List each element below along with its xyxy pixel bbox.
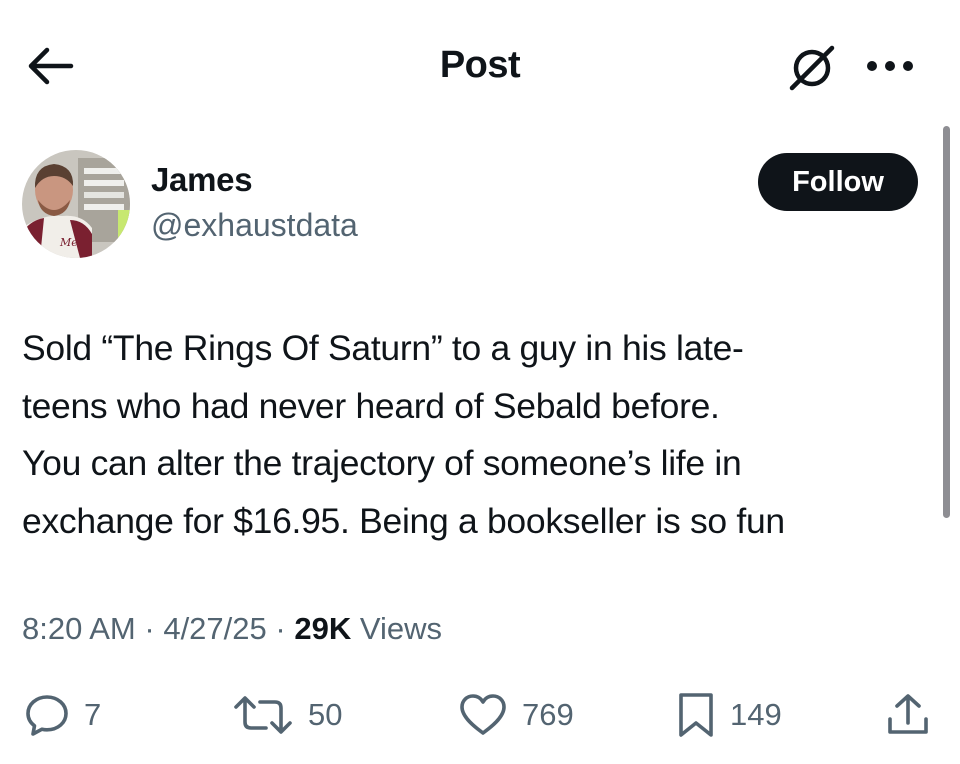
grok-icon xyxy=(789,45,835,91)
share-icon xyxy=(888,694,928,734)
reply-count: 7 xyxy=(84,697,102,732)
post-text-line: You can alter the trajectory of someone’… xyxy=(22,443,742,483)
views-count[interactable]: 29K xyxy=(294,611,351,646)
meta-separator: · xyxy=(275,611,286,646)
reply-icon xyxy=(26,695,68,736)
post-time[interactable]: 8:20 AM xyxy=(22,611,136,646)
post-text-line: teens who had never heard of Sebald befo… xyxy=(22,385,720,426)
author-name[interactable]: James xyxy=(151,161,253,199)
views-label[interactable]: Views xyxy=(360,611,442,646)
avatar[interactable]: Me xyxy=(22,150,130,258)
post-date[interactable]: 4/27/25 xyxy=(163,611,266,646)
repost-count: 50 xyxy=(308,697,343,732)
follow-button[interactable]: Follow xyxy=(758,153,918,211)
grok-button[interactable] xyxy=(784,40,840,96)
repost-button[interactable]: 50 xyxy=(232,690,342,740)
post-text: Sold “The Rings Of Saturn” to a guy in h… xyxy=(22,320,942,550)
post-text-line: Sold “The Rings Of Saturn” to a guy in h… xyxy=(22,328,744,368)
share-button[interactable] xyxy=(884,690,932,740)
scrollbar[interactable] xyxy=(943,126,950,518)
more-horizontal-icon xyxy=(867,61,913,71)
bookmark-icon xyxy=(679,693,713,737)
like-button[interactable]: 769 xyxy=(458,690,574,740)
reply-button[interactable]: 7 xyxy=(24,690,101,740)
more-options-button[interactable] xyxy=(860,44,920,88)
repost-icon xyxy=(234,696,292,734)
meta-separator: · xyxy=(144,611,155,646)
post-meta: 8:20 AM · 4/27/25 · 29K Views xyxy=(22,611,442,647)
author-handle[interactable]: @exhaustdata xyxy=(151,207,358,244)
bookmark-count: 149 xyxy=(730,697,782,732)
svg-text:Me: Me xyxy=(59,236,78,249)
post-text-line: exchange for $16.95. Being a bookseller … xyxy=(22,500,785,541)
heart-icon xyxy=(460,694,506,735)
like-count: 769 xyxy=(522,697,574,732)
bookmark-button[interactable]: 149 xyxy=(676,690,782,740)
